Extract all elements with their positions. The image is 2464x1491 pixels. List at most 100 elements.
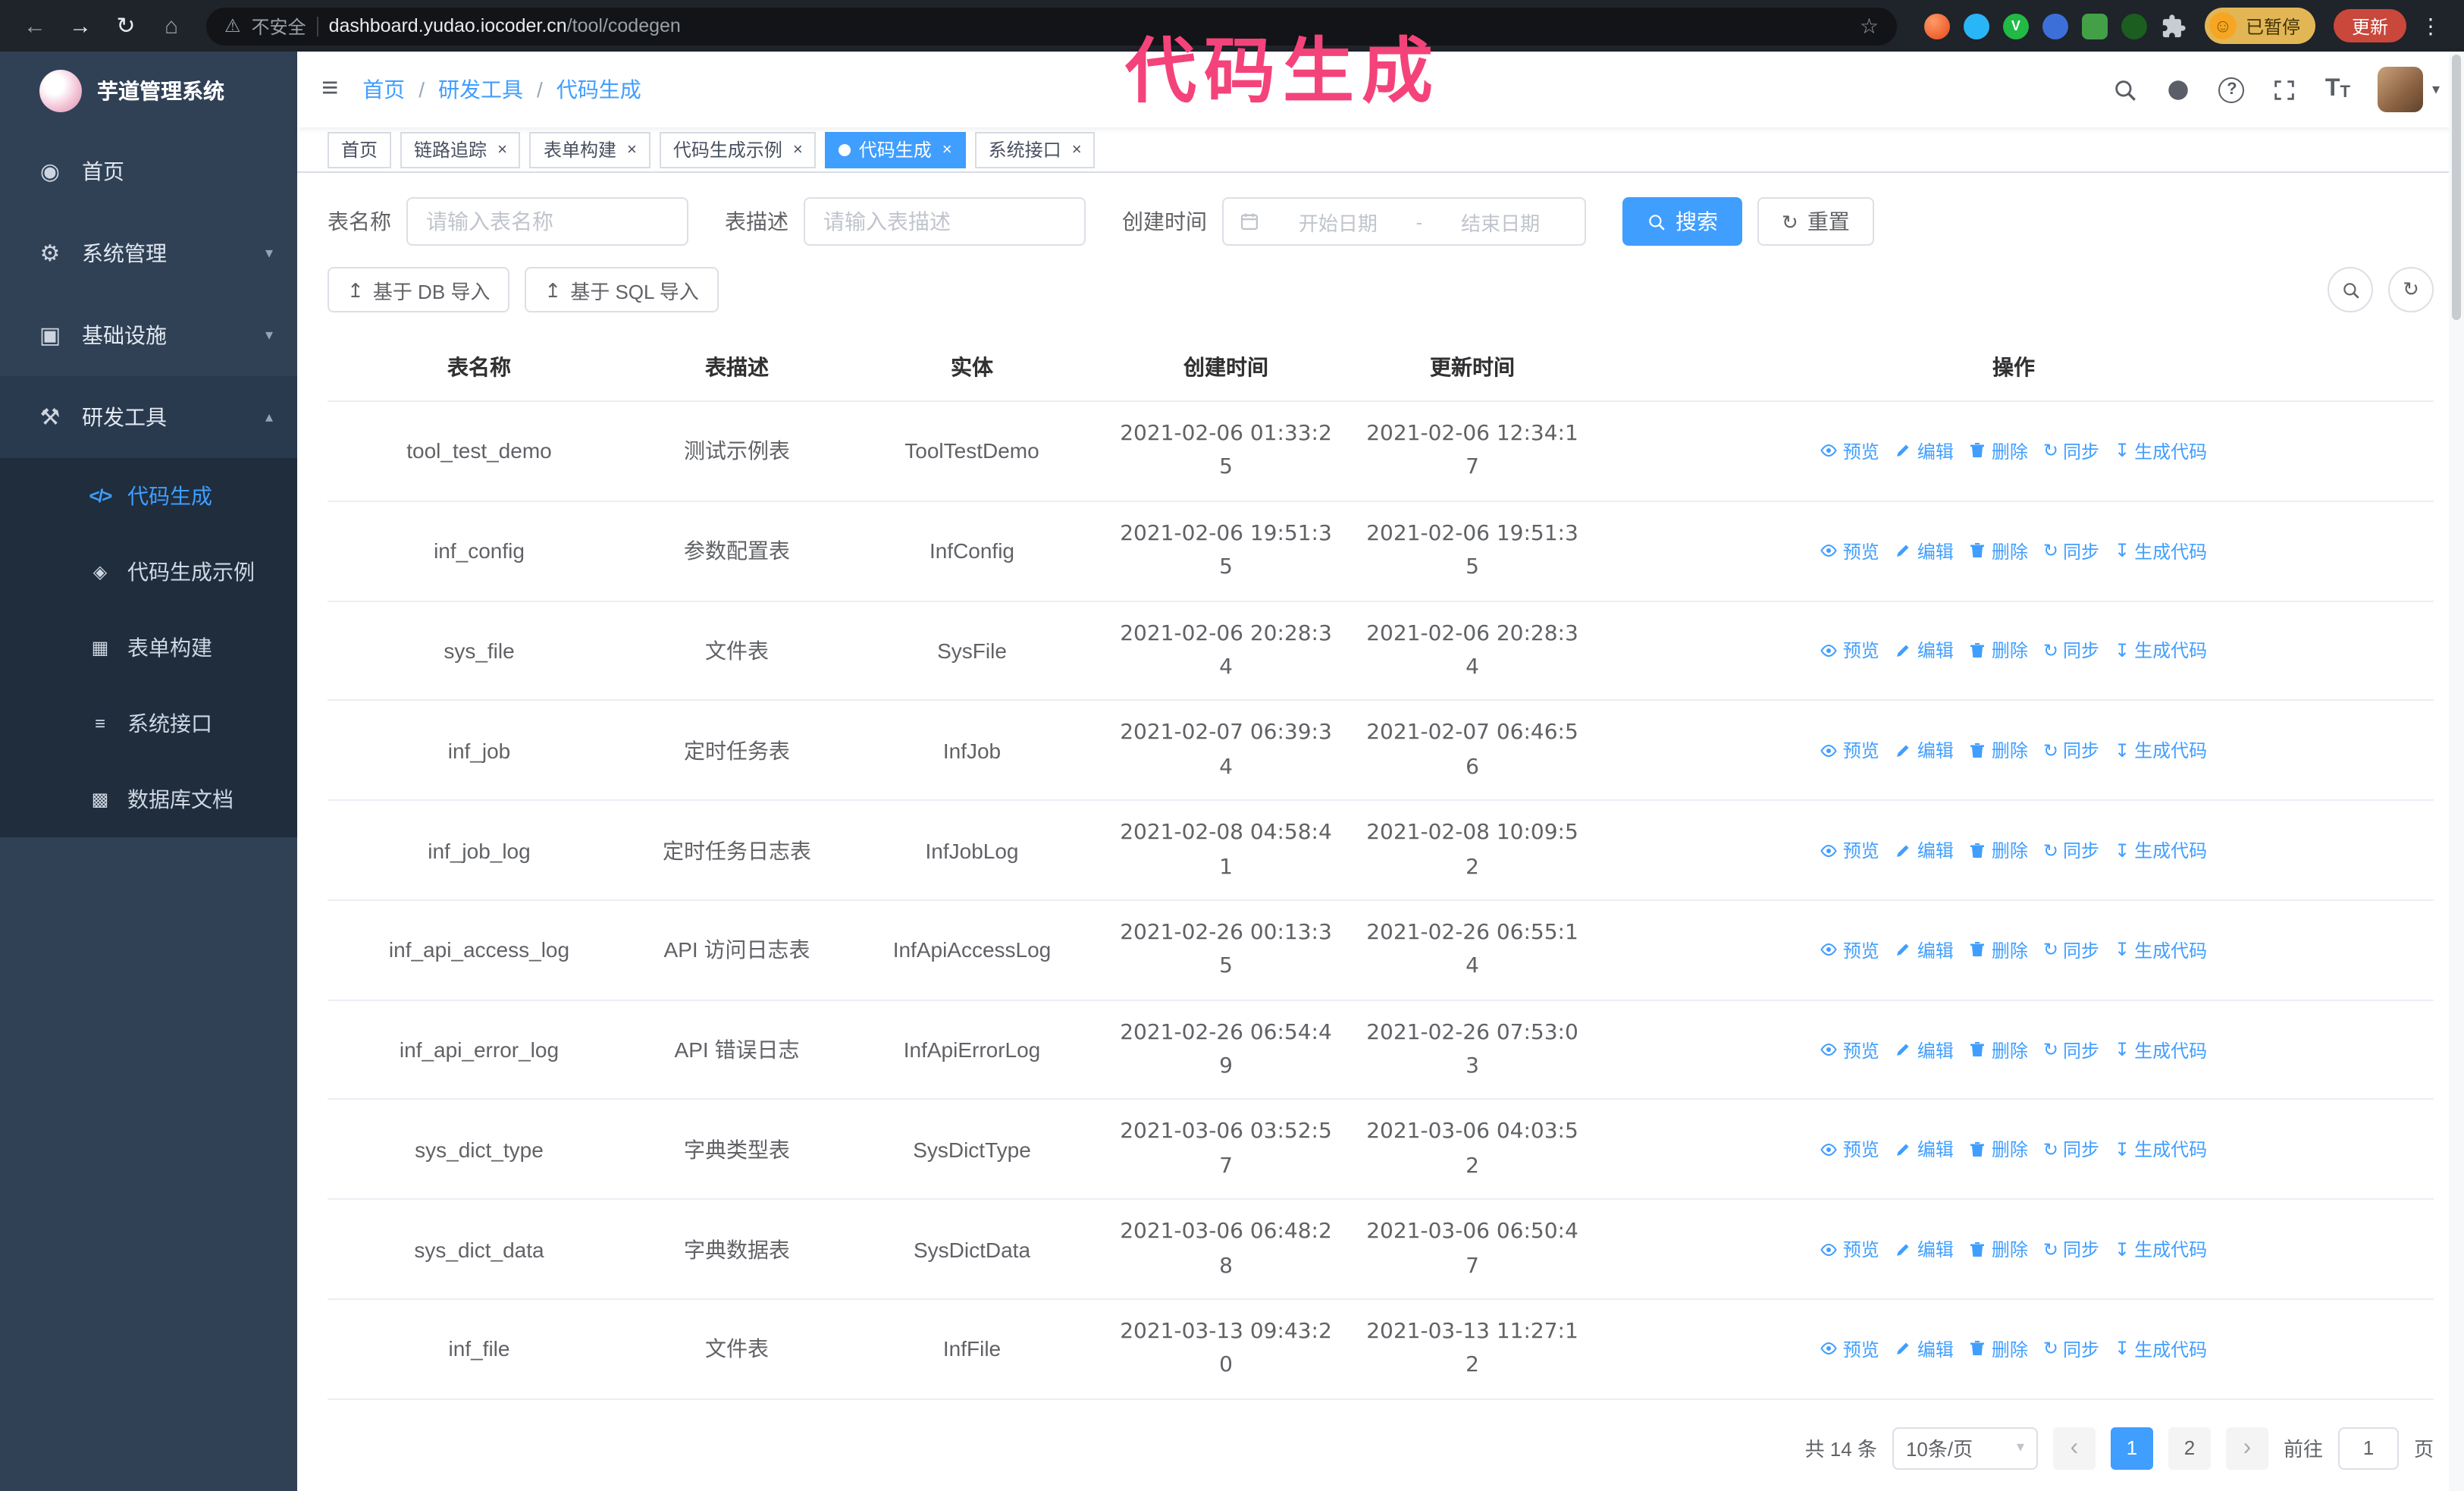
prev-page-button[interactable]: ‹	[2052, 1427, 2096, 1470]
generate-code-link[interactable]: ↧ 生成代码	[2114, 438, 2207, 464]
back-icon[interactable]: ←	[15, 6, 55, 46]
tab-codegen-example[interactable]: 代码生成示例 ×	[659, 131, 817, 168]
breadcrumb-home[interactable]: 首页	[362, 74, 405, 105]
edit-link[interactable]: 编辑	[1895, 737, 1954, 763]
generate-code-link[interactable]: ↧ 生成代码	[2114, 837, 2207, 863]
close-icon[interactable]: ×	[793, 140, 803, 159]
sidebar-item-system-api[interactable]: ≡ 系统接口	[0, 686, 297, 761]
next-page-button[interactable]: ›	[2225, 1427, 2268, 1470]
forward-icon[interactable]: →	[61, 6, 100, 46]
generate-code-link[interactable]: ↧ 生成代码	[2114, 1137, 2207, 1163]
extension-icon-2[interactable]	[1963, 13, 1989, 39]
extension-icon-5[interactable]	[2081, 13, 2108, 39]
reset-button[interactable]: ↻ 重置	[1757, 197, 1874, 246]
close-icon[interactable]: ×	[627, 140, 637, 159]
close-icon[interactable]: ×	[497, 140, 507, 159]
table-name-input[interactable]	[406, 197, 688, 246]
bookmark-star-icon[interactable]: ☆	[1860, 13, 1879, 39]
github-icon[interactable]	[2166, 77, 2192, 102]
generate-code-link[interactable]: ↧ 生成代码	[2114, 737, 2207, 763]
page-button-2[interactable]: 2	[2168, 1427, 2211, 1470]
preview-link[interactable]: 预览	[1820, 937, 1879, 963]
delete-link[interactable]: 删除	[1969, 837, 2028, 863]
extension-icon-6[interactable]	[2121, 13, 2147, 39]
sidebar-toggle-icon[interactable]: ≡	[321, 73, 338, 106]
close-icon[interactable]: ×	[1072, 140, 1082, 159]
search-button[interactable]: 搜索	[1622, 197, 1742, 246]
search-toggle-button[interactable]	[2328, 267, 2373, 312]
page-size-select[interactable]: 10条/页 ▾	[1892, 1427, 2038, 1470]
refresh-button[interactable]: ↻	[2388, 267, 2434, 312]
sync-link[interactable]: ↻ 同步	[2043, 1137, 2099, 1163]
sync-link[interactable]: ↻ 同步	[2043, 1236, 2099, 1262]
search-icon[interactable]	[2113, 77, 2139, 102]
delete-link[interactable]: 删除	[1969, 538, 2028, 563]
import-sql-button[interactable]: ↥ 基于 SQL 导入	[525, 267, 719, 312]
delete-link[interactable]: 删除	[1969, 1236, 2028, 1262]
sync-link[interactable]: ↻ 同步	[2043, 1336, 2099, 1362]
edit-link[interactable]: 编辑	[1895, 438, 1954, 464]
extension-icon-1[interactable]	[1923, 13, 1950, 39]
profile-chip[interactable]: ☺ 已暂停	[2204, 8, 2315, 44]
security-label[interactable]: 不安全	[252, 13, 306, 39]
delete-link[interactable]: 删除	[1969, 1137, 2028, 1163]
edit-link[interactable]: 编辑	[1895, 1037, 1954, 1063]
delete-link[interactable]: 删除	[1969, 1336, 2028, 1362]
edit-link[interactable]: 编辑	[1895, 638, 1954, 664]
preview-link[interactable]: 预览	[1820, 1336, 1879, 1362]
extensions-puzzle-icon[interactable]	[2161, 13, 2187, 39]
sidebar-item-db-doc[interactable]: ▩ 数据库文档	[0, 761, 297, 837]
preview-link[interactable]: 预览	[1820, 1236, 1879, 1262]
sync-link[interactable]: ↻ 同步	[2043, 1037, 2099, 1063]
table-desc-input[interactable]	[804, 197, 1086, 246]
preview-link[interactable]: 预览	[1820, 1037, 1879, 1063]
edit-link[interactable]: 编辑	[1895, 1336, 1954, 1362]
sync-link[interactable]: ↻ 同步	[2043, 937, 2099, 963]
generate-code-link[interactable]: ↧ 生成代码	[2114, 1336, 2207, 1362]
edit-link[interactable]: 编辑	[1895, 538, 1954, 563]
sync-link[interactable]: ↻ 同步	[2043, 837, 2099, 863]
import-db-button[interactable]: ↥ 基于 DB 导入	[328, 267, 510, 312]
page-button-1[interactable]: 1	[2110, 1427, 2153, 1470]
sidebar-item-infra[interactable]: ▣ 基础设施 ▾	[0, 294, 297, 376]
generate-code-link[interactable]: ↧ 生成代码	[2114, 937, 2207, 963]
sidebar-item-codegen-example[interactable]: ◈ 代码生成示例	[0, 534, 297, 610]
preview-link[interactable]: 预览	[1820, 1137, 1879, 1163]
fullscreen-icon[interactable]	[2272, 77, 2298, 102]
extension-icon-3[interactable]: V	[2002, 13, 2029, 39]
goto-page-input[interactable]	[2337, 1427, 2399, 1470]
preview-link[interactable]: 预览	[1820, 438, 1879, 464]
edit-link[interactable]: 编辑	[1895, 837, 1954, 863]
preview-link[interactable]: 预览	[1820, 538, 1879, 563]
delete-link[interactable]: 删除	[1969, 737, 2028, 763]
generate-code-link[interactable]: ↧ 生成代码	[2114, 1037, 2207, 1063]
help-icon[interactable]: ?	[2218, 77, 2245, 102]
home-icon[interactable]: ⌂	[152, 6, 191, 46]
tab-codegen[interactable]: 代码生成 ×	[825, 131, 966, 168]
sidebar-item-codegen[interactable]: </> 代码生成	[0, 458, 297, 534]
sidebar-item-devtools[interactable]: ⚒ 研发工具 ▴	[0, 376, 297, 458]
edit-link[interactable]: 编辑	[1895, 1236, 1954, 1262]
delete-link[interactable]: 删除	[1969, 438, 2028, 464]
tab-trace[interactable]: 链路追踪 ×	[400, 131, 521, 168]
sidebar-item-home[interactable]: ◉ 首页	[0, 130, 297, 212]
date-range-picker[interactable]: 开始日期 - 结束日期	[1222, 197, 1586, 246]
reload-icon[interactable]: ↻	[106, 6, 146, 46]
delete-link[interactable]: 删除	[1969, 1037, 2028, 1063]
preview-link[interactable]: 预览	[1820, 837, 1879, 863]
sidebar-item-system[interactable]: ⚙ 系统管理 ▾	[0, 212, 297, 294]
browser-update-button[interactable]: 更新	[2333, 9, 2406, 42]
sync-link[interactable]: ↻ 同步	[2043, 638, 2099, 664]
preview-link[interactable]: 预览	[1820, 638, 1879, 664]
preview-link[interactable]: 预览	[1820, 737, 1879, 763]
scrollbar-thumb[interactable]	[2452, 55, 2461, 320]
font-size-icon[interactable]: TT	[2325, 77, 2350, 102]
sync-link[interactable]: ↻ 同步	[2043, 737, 2099, 763]
sync-link[interactable]: ↻ 同步	[2043, 438, 2099, 464]
tab-home[interactable]: 首页	[328, 131, 392, 168]
user-avatar-menu[interactable]: ▾	[2377, 67, 2440, 112]
tab-system-api[interactable]: 系统接口 ×	[974, 131, 1096, 168]
sidebar-item-form-builder[interactable]: ▦ 表单构建	[0, 610, 297, 686]
tab-form-builder[interactable]: 表单构建 ×	[529, 131, 650, 168]
edit-link[interactable]: 编辑	[1895, 937, 1954, 963]
